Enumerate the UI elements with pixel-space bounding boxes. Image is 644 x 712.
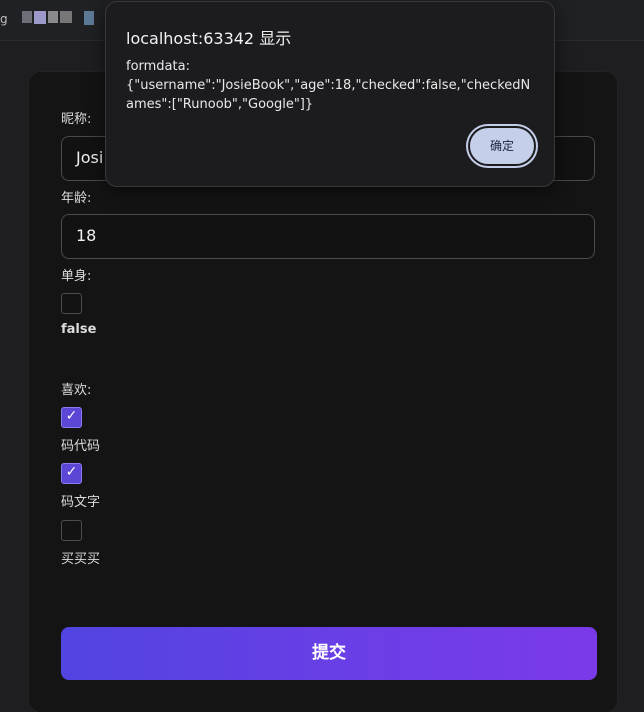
submit-button[interactable]: 提交	[61, 627, 597, 680]
single-checkbox[interactable]	[61, 293, 82, 314]
blurred-favicon-icon	[34, 11, 46, 24]
like-option-checkbox-3[interactable]	[61, 520, 82, 541]
single-label: 单身:	[61, 269, 92, 284]
likes-label: 喜欢:	[61, 383, 92, 398]
dialog-title: localhost:63342 显示	[126, 29, 292, 48]
dialog-message: formdata: {"username":"JosieBook","age":…	[126, 57, 536, 114]
dialog-message-line-2: {"username":"JosieBook","age":18,"checke…	[126, 78, 531, 112]
like-option-checkbox-2[interactable]: ✓	[61, 463, 82, 484]
checkmark-icon: ✓	[65, 408, 78, 424]
ok-button[interactable]: 确定	[468, 126, 536, 166]
blurred-favicon-icon	[84, 11, 94, 25]
like-option-label-1: 码代码	[61, 439, 101, 454]
nickname-label: 昵称:	[61, 112, 92, 127]
age-input[interactable]: 18	[61, 214, 595, 259]
like-option-checkbox-1[interactable]: ✓	[61, 407, 82, 428]
alert-dialog: localhost:63342 显示 formdata: {"username"…	[105, 1, 555, 187]
dialog-message-line-1: formdata:	[126, 59, 190, 74]
age-label: 年龄:	[61, 191, 92, 206]
single-value-text: false	[61, 322, 97, 337]
checkmark-icon: ✓	[65, 464, 78, 480]
blurred-favicon-icon	[48, 11, 58, 23]
like-option-label-3: 买买买	[61, 552, 101, 567]
like-option-label-2: 码文字	[61, 495, 101, 510]
blurred-favicon-icon	[22, 11, 32, 23]
blurred-favicon-icon	[60, 11, 72, 23]
browser-tab-fragment: g	[0, 12, 8, 26]
